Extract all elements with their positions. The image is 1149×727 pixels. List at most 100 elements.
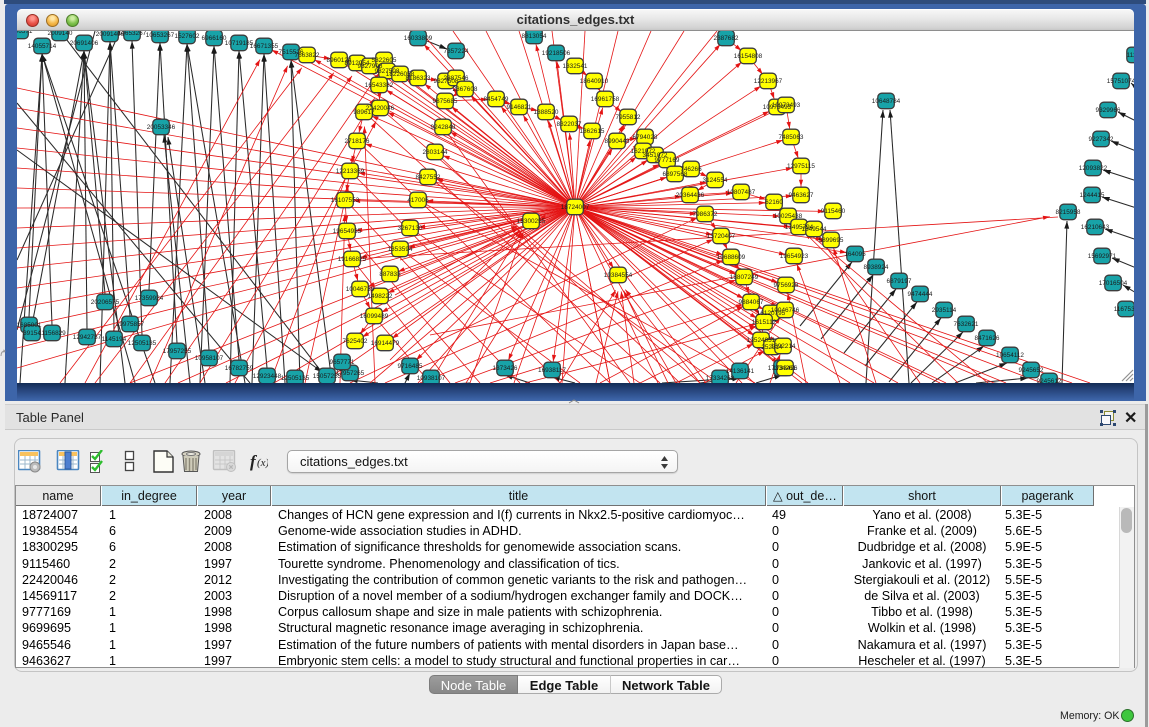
- svg-text:18724007: 18724007: [561, 204, 590, 211]
- svg-text:14136141: 14136141: [726, 368, 755, 375]
- svg-text:10648784: 10648784: [872, 98, 901, 105]
- svg-text:9756928: 9756928: [774, 282, 799, 289]
- svg-text:10046746: 10046746: [771, 307, 800, 314]
- svg-text:16033809: 16033809: [404, 35, 433, 42]
- svg-text:10938107: 10938107: [417, 375, 446, 382]
- svg-text:19384554: 19384554: [604, 272, 633, 279]
- svg-text:16914479: 16914479: [371, 340, 400, 347]
- svg-text:11121: 11121: [1127, 52, 1134, 59]
- svg-text:16154808: 16154808: [734, 53, 763, 60]
- svg-text:11156829: 11156829: [38, 330, 66, 337]
- svg-text:2367608: 2367608: [453, 86, 478, 93]
- svg-text:16210643: 16210643: [1081, 224, 1110, 231]
- svg-text:20206575: 20206575: [91, 299, 120, 306]
- svg-text:20053346: 20053346: [147, 124, 176, 131]
- svg-text:1733426: 1733426: [773, 365, 798, 372]
- svg-text:8938924: 8938924: [864, 264, 889, 271]
- svg-text:19654935: 19654935: [333, 228, 362, 235]
- svg-text:1373426: 1373426: [493, 365, 518, 372]
- svg-text:16099489: 16099489: [360, 313, 389, 320]
- svg-text:2803144: 2803144: [423, 149, 448, 156]
- svg-text:20691406: 20691406: [70, 40, 99, 47]
- svg-text:8454749: 8454749: [484, 96, 509, 103]
- svg-text:15720407: 15720407: [707, 233, 736, 240]
- svg-text:17359924: 17359924: [135, 295, 164, 302]
- svg-text:16782759: 16782759: [225, 365, 254, 372]
- svg-text:9115460: 9115460: [821, 208, 846, 215]
- svg-text:1167533: 1167533: [1114, 306, 1134, 313]
- svg-text:1498222: 1498222: [368, 293, 393, 300]
- svg-text:9657771: 9657771: [330, 359, 355, 366]
- svg-text:18640910: 18640910: [580, 78, 609, 85]
- svg-text:10653267: 10653267: [118, 31, 147, 37]
- svg-text:6966160: 6966160: [202, 35, 227, 42]
- svg-text:7632621: 7632621: [954, 321, 979, 328]
- svg-text:9146821: 9146821: [507, 104, 532, 111]
- svg-text:417006: 417006: [407, 197, 429, 204]
- svg-text:8427552: 8427552: [416, 174, 441, 181]
- svg-text:1388520: 1388520: [534, 109, 559, 116]
- svg-text:746266: 746266: [680, 166, 702, 173]
- svg-text:1685001: 1685001: [17, 322, 42, 329]
- svg-text:9227342: 9227342: [1089, 136, 1114, 143]
- svg-text:12923448: 12923448: [253, 373, 282, 380]
- svg-text:1692214: 1692214: [771, 343, 796, 350]
- svg-text:8186323: 8186323: [406, 75, 431, 82]
- svg-text:16107553: 16107553: [331, 197, 360, 204]
- svg-text:1527602: 1527602: [175, 33, 200, 40]
- svg-text:7485063: 7485063: [779, 134, 804, 141]
- svg-text:62160: 62160: [765, 199, 783, 206]
- svg-text:8322037: 8322037: [557, 121, 582, 128]
- svg-text:17334268: 17334268: [706, 375, 735, 382]
- svg-text:12505135: 12505135: [281, 375, 310, 382]
- svg-text:10958107: 10958107: [195, 355, 224, 362]
- svg-text:17016504: 17016504: [1099, 280, 1128, 287]
- svg-text:1244415: 1244415: [1080, 192, 1105, 199]
- svg-text:9884067: 9884067: [739, 299, 764, 306]
- svg-text:9242848: 9242848: [431, 124, 456, 131]
- svg-text:989617: 989617: [353, 109, 375, 116]
- svg-text:8990448: 8990448: [605, 138, 630, 145]
- svg-text:7955812: 7955812: [616, 114, 641, 121]
- svg-text:164095: 164095: [844, 251, 866, 258]
- svg-text:20364436: 20364436: [676, 192, 705, 199]
- svg-text:19654923: 19654923: [780, 253, 809, 260]
- svg-text:9777169: 9777169: [655, 157, 680, 164]
- svg-text:12942737: 12942737: [73, 334, 102, 341]
- svg-text:9463627: 9463627: [789, 192, 814, 199]
- svg-text:10025438: 10025438: [774, 213, 803, 220]
- svg-text:18807249: 18807249: [730, 274, 759, 281]
- svg-text:887833: 887833: [379, 271, 401, 278]
- svg-text:9329966: 9329966: [1096, 107, 1121, 114]
- svg-text:9875685: 9875685: [433, 98, 458, 105]
- svg-text:12505135: 12505135: [128, 340, 157, 347]
- svg-text:9474444: 9474444: [908, 291, 933, 298]
- svg-text:7663822: 7663822: [295, 52, 320, 59]
- svg-text:7986372: 7986372: [693, 211, 718, 218]
- svg-text:10807487: 10807487: [727, 189, 756, 196]
- svg-text:16543382: 16543382: [365, 82, 394, 89]
- svg-text:1353594: 1353594: [388, 246, 413, 253]
- svg-text:6794028: 6794028: [633, 134, 658, 141]
- svg-text:16961758: 16961758: [591, 96, 620, 103]
- svg-text:8215958: 8215958: [1056, 209, 1081, 216]
- svg-text:3267130: 3267130: [398, 225, 423, 232]
- svg-text:19975857: 19975857: [116, 321, 145, 328]
- svg-text:1332541: 1332541: [563, 63, 588, 70]
- svg-text:1362615: 1362615: [580, 128, 605, 135]
- svg-text:2009140: 2009140: [48, 31, 73, 37]
- svg-text:12975115: 12975115: [787, 163, 815, 170]
- svg-text:(x): (x): [257, 457, 268, 469]
- svg-text:16938117: 16938117: [538, 367, 566, 374]
- svg-text:9245652: 9245652: [1019, 367, 1044, 374]
- svg-text:6879197: 6879197: [887, 278, 912, 285]
- svg-text:10046738: 10046738: [346, 286, 375, 293]
- svg-text:15692971: 15692971: [1088, 253, 1117, 260]
- svg-text:1145194: 1145194: [102, 336, 127, 343]
- svg-text:15751074: 15751074: [1107, 78, 1134, 85]
- svg-text:8813054: 8813054: [522, 33, 547, 40]
- svg-text:14055714: 14055714: [28, 43, 57, 50]
- svg-text:19218506: 19218506: [542, 50, 571, 57]
- svg-text:2887546: 2887546: [444, 75, 469, 82]
- svg-text:2387682: 2387682: [714, 35, 739, 42]
